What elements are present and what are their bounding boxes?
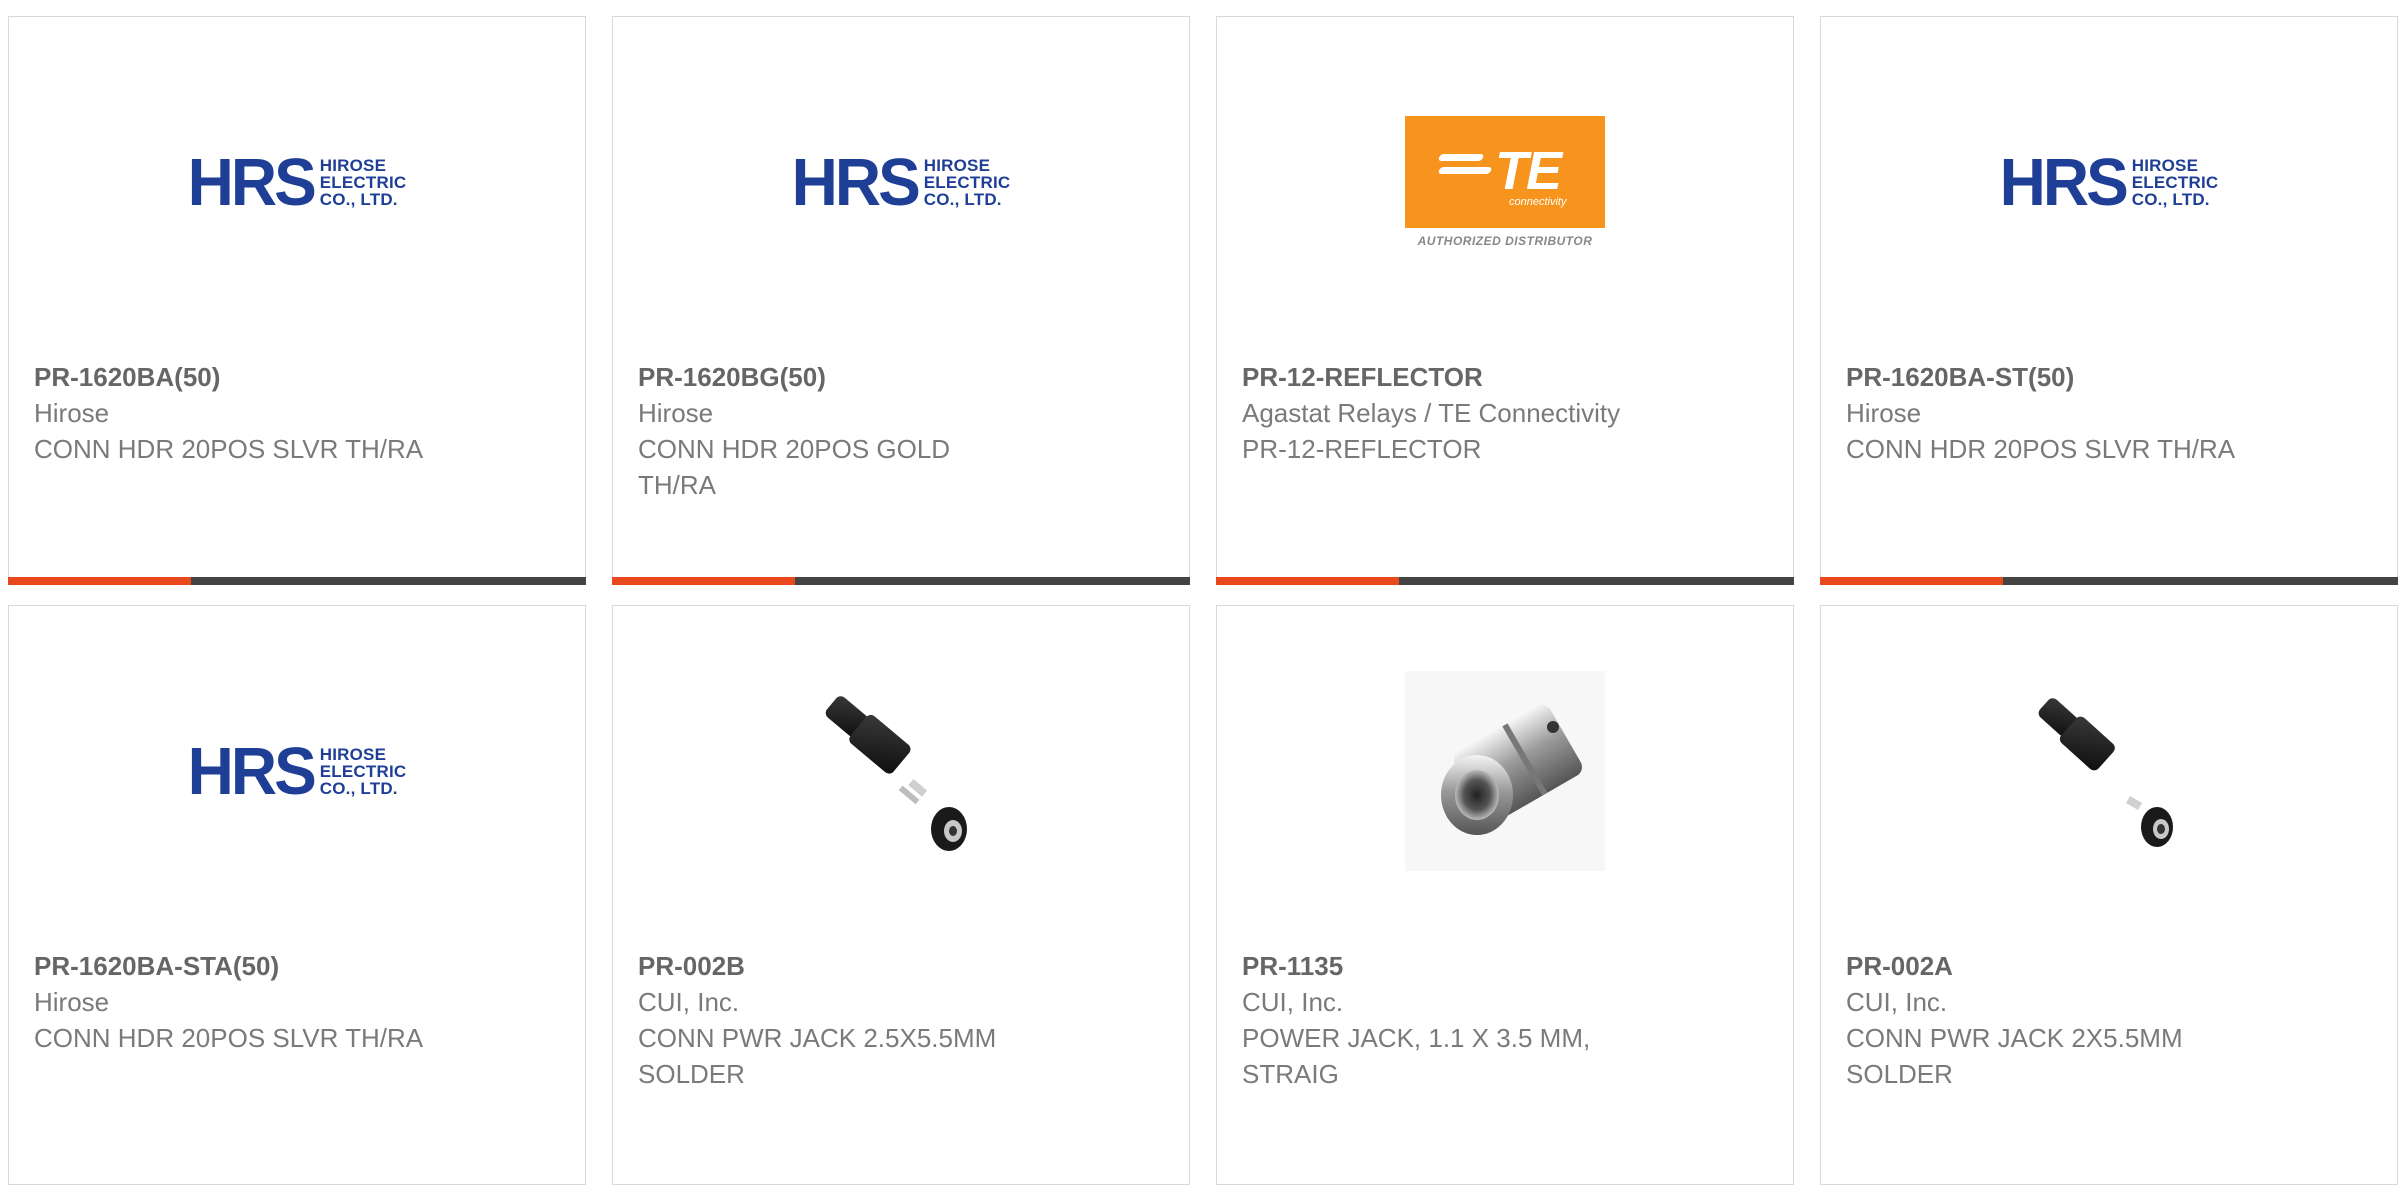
- card-bottom-bar: [8, 577, 586, 585]
- product-image[interactable]: [613, 606, 1189, 936]
- manufacturer: CUI, Inc.: [1242, 987, 1344, 1017]
- hirose-logo: HRS HIROSE ELECTRIC CO., LTD.: [187, 733, 407, 809]
- card-bottom-bar: [1216, 577, 1794, 585]
- description: POWER JACK, 1.1 X 3.5 MM, STRAIG: [1242, 1023, 1591, 1089]
- description: CONN HDR 20POS SLVR TH/RA: [1846, 434, 2236, 464]
- product-grid: HRS HIROSE ELECTRIC CO., LTD. PR-1620BA(…: [0, 0, 2400, 1185]
- manufacturer: Hirose: [638, 398, 714, 428]
- product-image[interactable]: HRS HIROSE ELECTRIC CO., LTD.: [613, 17, 1189, 347]
- barrel-connector-photo: [1405, 671, 1605, 871]
- manufacturer: Agastat Relays / TE Connectivity: [1242, 398, 1621, 428]
- part-number[interactable]: PR-002A: [1846, 948, 2366, 984]
- product-card[interactable]: PR-002A CUI, Inc. CONN PWR JACK 2X5.5MM …: [1820, 605, 2398, 1185]
- product-image[interactable]: HRS HIROSE ELECTRIC CO., LTD.: [9, 606, 585, 936]
- part-number[interactable]: PR-12-REFLECTOR: [1242, 359, 1762, 395]
- hirose-logo: HRS HIROSE ELECTRIC CO., LTD.: [187, 144, 407, 220]
- product-info: PR-1620BG(50) Hirose CONN HDR 20POS GOLD…: [638, 359, 1158, 503]
- product-card[interactable]: HRS HIROSE ELECTRIC CO., LTD. PR-1620BG(…: [612, 16, 1190, 585]
- power-jack-photo: [2038, 698, 2173, 847]
- description: CONN PWR JACK 2X5.5MM SOLDER: [1846, 1023, 2183, 1089]
- card-bottom-bar: [1820, 577, 2398, 585]
- product-info: PR-12-REFLECTOR Agastat Relays / TE Conn…: [1242, 359, 1762, 467]
- product-info: PR-1620BA-ST(50) Hirose CONN HDR 20POS S…: [1846, 359, 2366, 467]
- manufacturer: CUI, Inc.: [1846, 987, 1948, 1017]
- manufacturer: CUI, Inc.: [638, 987, 740, 1017]
- te-connectivity-logo: TE connectivity AUTHORIZED DISTRIBUTOR: [1405, 116, 1605, 248]
- part-number[interactable]: PR-1620BG(50): [638, 359, 1158, 395]
- hirose-logo: HRS HIROSE ELECTRIC CO., LTD.: [791, 144, 1011, 220]
- product-info: PR-002A CUI, Inc. CONN PWR JACK 2X5.5MM …: [1846, 948, 2366, 1092]
- product-card[interactable]: HRS HIROSE ELECTRIC CO., LTD. PR-1620BA-…: [1820, 16, 2398, 585]
- product-card[interactable]: PR-1135 CUI, Inc. POWER JACK, 1.1 X 3.5 …: [1216, 605, 1794, 1185]
- description: CONN PWR JACK 2.5X5.5MM SOLDER: [638, 1023, 997, 1089]
- product-image[interactable]: [1821, 606, 2397, 936]
- product-card[interactable]: HRS HIROSE ELECTRIC CO., LTD. PR-1620BA(…: [8, 16, 586, 585]
- product-image[interactable]: HRS HIROSE ELECTRIC CO., LTD.: [9, 17, 585, 347]
- manufacturer: Hirose: [34, 987, 110, 1017]
- product-card[interactable]: PR-002B CUI, Inc. CONN PWR JACK 2.5X5.5M…: [612, 605, 1190, 1185]
- product-info: PR-1620BA-STA(50) Hirose CONN HDR 20POS …: [34, 948, 554, 1056]
- part-number[interactable]: PR-002B: [638, 948, 1158, 984]
- part-number[interactable]: PR-1620BA(50): [34, 359, 554, 395]
- product-image[interactable]: [1217, 606, 1793, 936]
- product-image[interactable]: HRS HIROSE ELECTRIC CO., LTD.: [1821, 17, 2397, 347]
- description: CONN HDR 20POS SLVR TH/RA: [34, 1023, 424, 1053]
- product-info: PR-1620BA(50) Hirose CONN HDR 20POS SLVR…: [34, 359, 554, 467]
- product-image[interactable]: TE connectivity AUTHORIZED DISTRIBUTOR: [1217, 17, 1793, 347]
- product-card[interactable]: HRS HIROSE ELECTRIC CO., LTD. PR-1620BA-…: [8, 605, 586, 1185]
- manufacturer: Hirose: [1846, 398, 1922, 428]
- part-number[interactable]: PR-1620BA-ST(50): [1846, 359, 2366, 395]
- card-accent-bar: [1216, 577, 1399, 585]
- hirose-logo: HRS HIROSE ELECTRIC CO., LTD.: [1999, 144, 2219, 220]
- card-accent-bar: [1820, 577, 2003, 585]
- card-accent-bar: [8, 577, 191, 585]
- manufacturer: Hirose: [34, 398, 110, 428]
- description: PR-12-REFLECTOR: [1242, 434, 1482, 464]
- card-bottom-bar: [612, 577, 1190, 585]
- product-card[interactable]: TE connectivity AUTHORIZED DISTRIBUTOR P…: [1216, 16, 1794, 585]
- part-number[interactable]: PR-1135: [1242, 948, 1762, 984]
- product-info: PR-002B CUI, Inc. CONN PWR JACK 2.5X5.5M…: [638, 948, 1158, 1092]
- product-info: PR-1135 CUI, Inc. POWER JACK, 1.1 X 3.5 …: [1242, 948, 1762, 1092]
- description: CONN HDR 20POS GOLD TH/RA: [638, 434, 951, 500]
- power-jack-photo: [825, 696, 967, 851]
- part-number[interactable]: PR-1620BA-STA(50): [34, 948, 554, 984]
- card-accent-bar: [612, 577, 795, 585]
- description: CONN HDR 20POS SLVR TH/RA: [34, 434, 424, 464]
